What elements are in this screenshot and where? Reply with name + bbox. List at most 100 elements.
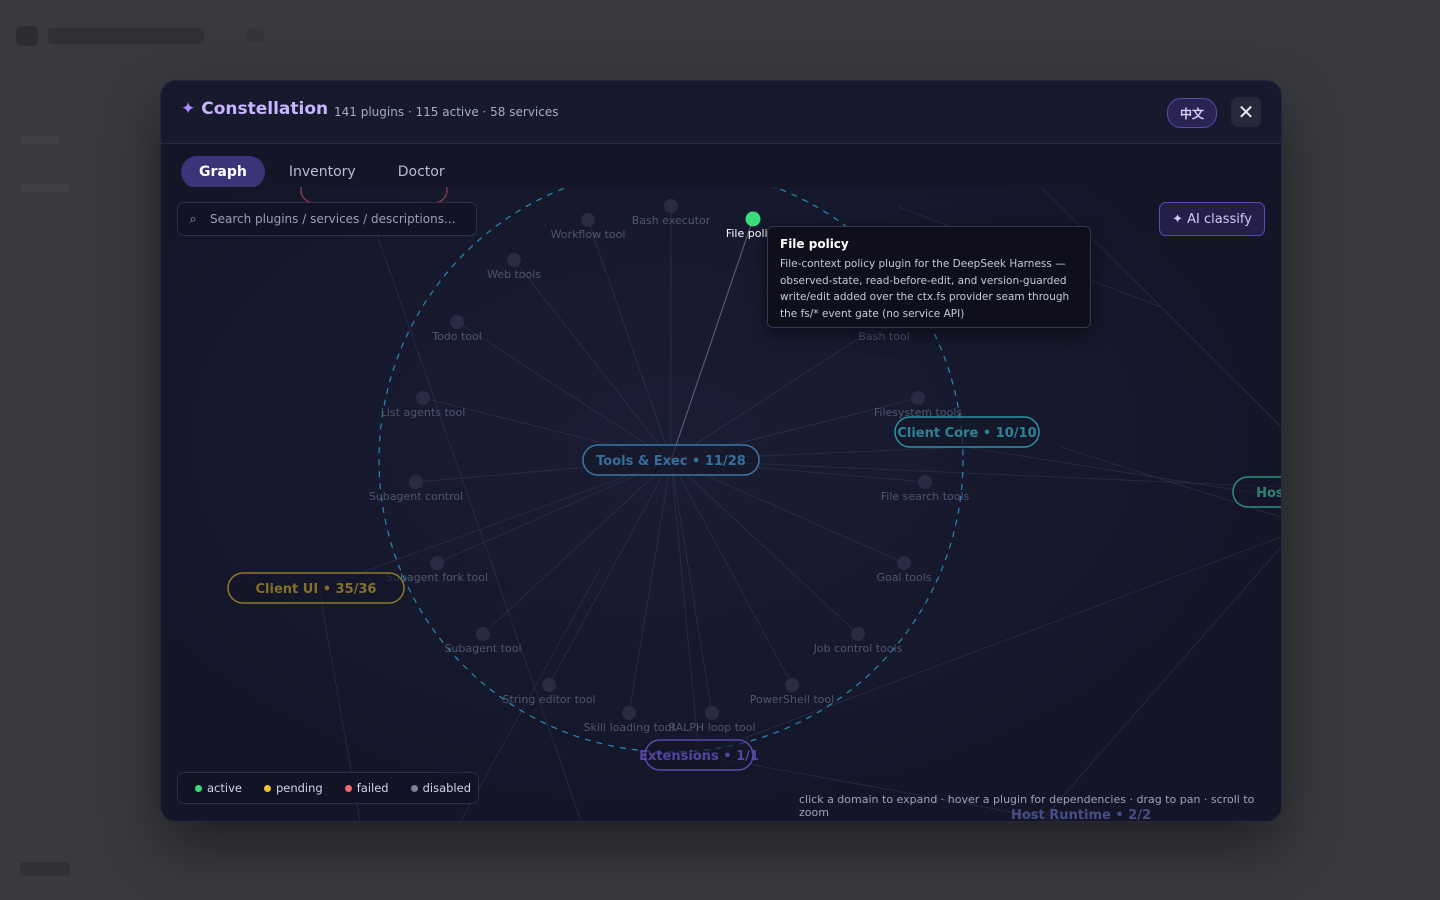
constellation-graph[interactable]: Workflow tool Bash executor File policy Web… [161,187,1281,821]
domain-pill[interactable]: Extensions • 1/1 [639,739,759,771]
plugin-stats: 141 plugins · 115 active · 58 services [334,105,559,119]
failed-dot-icon [344,784,352,792]
dependency-edge [513,259,672,461]
plugin-node-label: List agents tool [381,406,466,419]
domain-pill[interactable]: Client Core • 10/10 [894,416,1040,448]
dependency-edge [1040,546,1281,821]
app-footer-placeholder [20,862,70,876]
plugin-node-dot [416,391,430,405]
ai-classify-button[interactable]: ✦ AI classify [1159,202,1265,236]
plugin-node[interactable]: RALPH loop tool [668,706,756,734]
tab-bar: Graph Inventory Doctor [181,156,463,188]
plugin-node[interactable]: Todo tool [431,315,482,343]
domain-pill[interactable]: Client UI • 35/36 [227,572,405,604]
legend-item-active: active [195,781,242,795]
dependency-edge [670,459,1281,488]
graph-usage-hint: click a domain to expand · hover a plugi… [799,793,1255,819]
plugin-node-dot [705,706,719,720]
dependency-edge [482,459,672,635]
dependency-edge [587,219,672,461]
search-input[interactable] [208,211,476,227]
plugin-node-label: Bash executor [632,214,711,227]
plugin-node-dot [622,706,636,720]
plugin-node[interactable]: Filesystem tools [874,391,963,419]
plugin-node[interactable]: Goal tools [876,556,932,584]
plugin-node-label: Workflow tool [551,228,626,241]
plugin-node[interactable]: Skill loading tool [584,706,675,734]
close-button[interactable]: ✕ [1231,97,1261,127]
tooltip-title: File policy [780,237,849,251]
close-icon: ✕ [1237,100,1255,124]
dependency-edge [670,459,859,635]
plugin-node-label: RALPH loop tool [668,721,755,734]
plugin-node-label: Job control tools [813,642,903,655]
legend-item-disabled: disabled [410,781,471,795]
graph-canvas[interactable]: Workflow tool Bash executor File policy Web… [161,187,1281,821]
plugin-node-dot [785,678,799,692]
plugin-node[interactable]: Web tools [487,253,541,281]
highlighted-dependency-edge [670,218,754,461]
plugin-node-dot [745,211,761,227]
domain-pill-label: Extensions • 1/1 [639,749,759,764]
plugin-node-dot [851,627,865,641]
dependency-edge [370,216,582,821]
plugin-node-dot [664,199,678,213]
plugin-node-label: Todo tool [431,330,482,343]
plugin-node-label: Web tools [487,268,541,281]
tooltip-line: File-context policy plugin for the DeepS… [780,258,1066,270]
app-title-placeholder [48,28,204,44]
dependency-edge [318,459,672,589]
status-legend: active pending failed disabled [177,772,479,804]
modal-title-text: Constellation [201,99,329,119]
tab-doctor[interactable]: Doctor [380,156,463,188]
plugin-node-label: Subagent tool [444,642,521,655]
pending-dot-icon [263,784,271,792]
constellation-modal: ✦ Constellation 141 plugins · 115 active… [160,80,1282,822]
plugin-node-label: Goal tools [876,571,931,584]
domain-pill-label: Client UI • 35/36 [256,582,377,597]
plugin-node-dot [581,213,595,227]
plugin-node-dot [430,556,444,570]
plugin-node-dot [897,556,911,570]
tab-inventory[interactable]: Inventory [271,156,374,188]
plugin-node[interactable]: Workflow tool [551,213,626,241]
app-header-control [246,28,264,42]
app-sidebar-line [20,136,60,144]
domain-pill-label: Client Core • 10/10 [897,426,1036,441]
domain-pill[interactable]: Host [1232,476,1281,508]
tooltip-line: write/edit added over the ctx.fs provide… [780,291,1070,303]
tab-graph[interactable]: Graph [181,156,265,188]
plugin-node-label: String editor tool [502,693,595,706]
legend-item-failed: failed [344,781,389,795]
app-logo [16,26,38,46]
dependency-edge [698,536,1281,756]
plugin-node-label: File search tools [881,490,970,503]
domain-pill-label: Host [1256,486,1281,501]
plugin-node[interactable]: PowerShell tool [750,678,834,706]
plugin-node-dot [507,253,521,267]
dependency-edge [456,321,672,461]
plugin-node-dot [450,315,464,329]
tooltip-description: File-context policy plugin for the DeepS… [780,256,1078,322]
plugin-node-dot [542,678,556,692]
legend-item-pending: pending [263,781,323,795]
search-box[interactable]: ⌕ [177,202,477,236]
domain-pill-label: Tools & Exec • 11/28 [596,454,746,469]
sparkle-icon: ✦ [181,99,196,119]
plugin-node-dot [409,475,423,489]
plugin-node-dot [918,475,932,489]
domain-pill[interactable]: Tools & Exec • 11/28 [582,444,760,476]
language-toggle-button[interactable]: 中文 [1167,98,1217,128]
tooltip-line: observed-state, read-before-edit, and ve… [780,274,1067,287]
plugin-tooltip: File policy File-context policy plugin f… [767,226,1091,328]
plugin-node-label: Subagent control [369,490,463,503]
plugin-node[interactable]: String editor tool [502,678,596,706]
tooltip-line: the fs/* event gate (no service API) [780,307,965,320]
app-sidebar-line [20,184,70,192]
plugin-node[interactable]: Subagent tool [444,627,522,655]
modal-header: ✦ Constellation 141 plugins · 115 active… [161,81,1281,144]
modal-title: ✦ Constellation [181,99,328,119]
plugin-node-label: Skill loading tool [584,721,675,734]
plugin-node[interactable]: Job control tools [813,627,903,655]
plugin-node-dot [911,391,925,405]
